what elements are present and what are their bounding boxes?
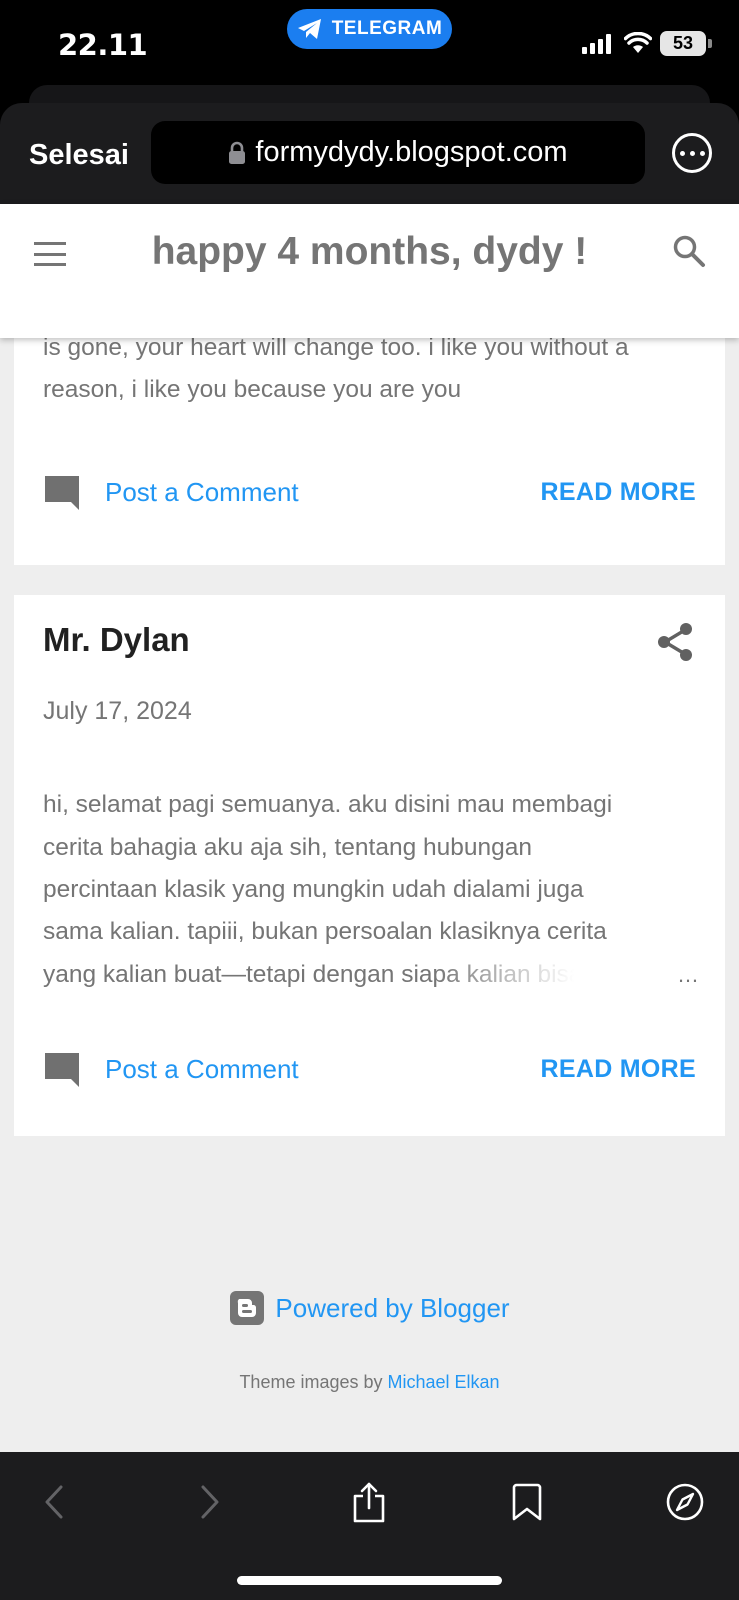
url-field[interactable]: formydydy.blogspot.com xyxy=(151,121,645,184)
blog-page[interactable]: is gone, your heart will change too. i l… xyxy=(0,204,739,1452)
post-snippet-line: reason, i like you because you are you xyxy=(43,376,462,403)
post-snippet-line: percintaan klasik yang mungkin udah dial… xyxy=(43,876,584,903)
theme-credit-prefix: Theme images by xyxy=(239,1372,388,1392)
back-button[interactable] xyxy=(24,1472,84,1532)
blogger-logo-icon xyxy=(230,1291,265,1325)
status-time: 22.11 xyxy=(58,28,148,62)
post-comment-label: Post a Comment xyxy=(105,1053,299,1084)
post-title[interactable]: Mr. Dylan xyxy=(43,621,190,659)
forward-button[interactable] xyxy=(180,1472,240,1532)
powered-by-blogger-link[interactable]: Powered by Blogger xyxy=(0,1290,739,1326)
battery-icon: 53 xyxy=(660,31,712,56)
post-snippet-line: sama kalian. tapiii, bukan persoalan kla… xyxy=(43,918,607,945)
bookmark-icon xyxy=(512,1483,542,1521)
url-text: formydydy.blogspot.com xyxy=(255,136,568,168)
wifi-icon xyxy=(624,32,652,53)
more-options-button[interactable] xyxy=(672,133,712,173)
compass-icon xyxy=(666,1483,704,1521)
read-more-link[interactable]: READ MORE xyxy=(541,1055,696,1084)
share-sheet-button[interactable] xyxy=(339,1472,399,1532)
home-indicator[interactable] xyxy=(237,1576,502,1585)
blog-header: happy 4 months, dydy ! xyxy=(0,204,739,338)
comment-icon xyxy=(45,476,79,510)
snippet-ellipsis: … xyxy=(677,962,699,987)
share-icon[interactable] xyxy=(657,623,693,661)
post-snippet-line: hi, selamat pagi semuanya. aku disini ma… xyxy=(43,791,613,818)
more-options-icon xyxy=(679,150,685,156)
powered-by-label: Powered by Blogger xyxy=(275,1292,510,1323)
browser-top-bar: Selesai formydydy.blogspot.com xyxy=(0,103,739,204)
post-snippet-line: cerita bahagia aku aja sih, tentang hubu… xyxy=(43,834,533,861)
chevron-right-icon xyxy=(201,1485,219,1519)
done-button[interactable]: Selesai xyxy=(29,139,129,172)
lock-icon xyxy=(229,141,246,164)
theme-credit: Theme images by Michael Elkan xyxy=(0,1372,739,1393)
tabs-button[interactable] xyxy=(655,1472,715,1532)
telegram-icon xyxy=(297,19,321,39)
post-comment-link[interactable]: Post a Comment xyxy=(43,473,299,511)
chevron-left-icon xyxy=(45,1485,63,1519)
comment-icon xyxy=(45,1053,79,1087)
cellular-signal-icon xyxy=(582,34,611,54)
post-date: July 17, 2024 xyxy=(43,697,192,725)
search-icon[interactable] xyxy=(672,234,706,268)
blog-title[interactable]: happy 4 months, dydy ! xyxy=(0,230,739,274)
battery-level: 53 xyxy=(660,31,706,56)
bookmarks-button[interactable] xyxy=(497,1472,557,1532)
post-card: Mr. Dylan July 17, 2024 hi, selamat pagi… xyxy=(14,595,725,1136)
theme-author-link[interactable]: Michael Elkan xyxy=(388,1372,500,1392)
status-bar: 22.11 TELEGRAM 53 xyxy=(0,0,739,88)
post-comment-link[interactable]: Post a Comment xyxy=(43,1050,299,1088)
snippet-fade xyxy=(434,953,634,996)
telegram-return-pill[interactable]: TELEGRAM xyxy=(287,9,452,49)
post-comment-label: Post a Comment xyxy=(105,476,299,507)
share-sheet-icon xyxy=(353,1482,385,1523)
telegram-label: TELEGRAM xyxy=(331,18,443,39)
read-more-link[interactable]: READ MORE xyxy=(541,478,696,507)
